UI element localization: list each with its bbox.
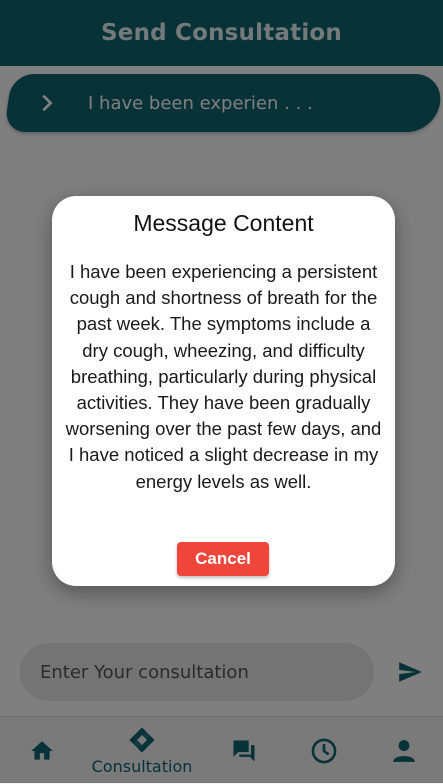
dialog-message-text: I have been experiencing a persistent co… (65, 261, 382, 492)
dialog-title: Message Content (133, 210, 314, 236)
cancel-button[interactable]: Cancel (177, 542, 269, 576)
message-content-dialog: Message Content I have been experiencing… (52, 196, 395, 586)
